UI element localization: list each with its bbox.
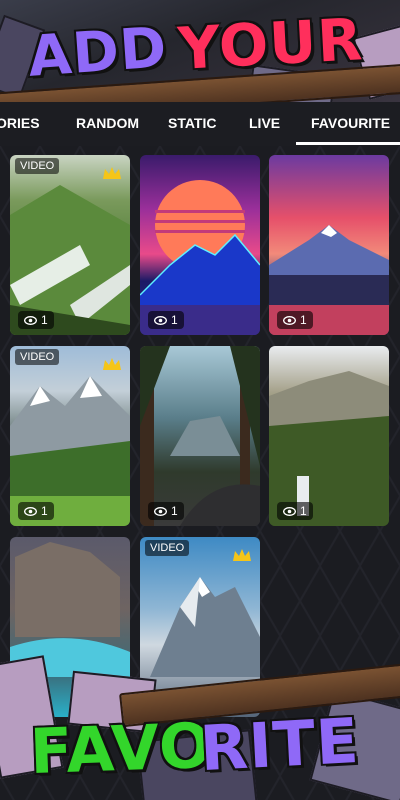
top-banner: ADD YOUR xyxy=(0,0,400,112)
tab-live[interactable]: LIVE xyxy=(249,115,280,131)
banner-word-add: ADD xyxy=(25,15,170,90)
wallpaper-card[interactable]: VIDEO 1 xyxy=(10,346,130,526)
wallpaper-card[interactable]: VIDEO 1 xyxy=(10,155,130,335)
wallpaper-card[interactable]: 1 xyxy=(140,155,260,335)
tab-favourite[interactable]: FAVOURITE xyxy=(311,115,390,131)
wallpaper-thumbnail xyxy=(140,346,260,526)
tab-random[interactable]: RANDOM xyxy=(76,115,139,131)
banner-word-rite: RITE xyxy=(198,703,362,786)
banner-word-your: YOUR xyxy=(176,5,365,83)
category-tab-bar: ORIES RANDOM STATIC LIVE FAVOURITE xyxy=(0,102,400,146)
view-count-value: 1 xyxy=(41,313,48,327)
view-count: 1 xyxy=(277,311,313,329)
wallpaper-thumbnail xyxy=(10,185,130,335)
wallpaper-card[interactable]: 1 xyxy=(269,346,389,526)
wallpaper-thumbnail xyxy=(140,180,260,335)
wallpaper-card[interactable]: 1 xyxy=(140,346,260,526)
crown-icon xyxy=(103,358,121,370)
video-badge: VIDEO xyxy=(145,540,190,556)
tab-static[interactable]: STATIC xyxy=(168,115,216,131)
video-badge: VIDEO xyxy=(15,158,60,174)
view-count-value: 1 xyxy=(41,504,48,518)
wallpaper-card[interactable]: 1 xyxy=(269,155,389,335)
wallpaper-thumbnail xyxy=(269,225,389,335)
video-badge: VIDEO xyxy=(15,349,60,365)
view-count: 1 xyxy=(277,502,313,520)
eye-icon xyxy=(283,506,296,516)
view-count: 1 xyxy=(148,502,184,520)
view-count-value: 1 xyxy=(171,504,178,518)
eye-icon xyxy=(283,315,296,325)
tab-selected-indicator xyxy=(296,142,400,145)
tab-categories[interactable]: ORIES xyxy=(0,115,40,131)
view-count-value: 1 xyxy=(171,313,178,327)
view-count: 1 xyxy=(18,502,54,520)
eye-icon xyxy=(154,315,167,325)
crown-icon xyxy=(103,167,121,179)
crown-icon xyxy=(233,549,251,561)
banner-word-favo: FAVO xyxy=(28,708,214,789)
wallpaper-thumbnail xyxy=(269,371,389,526)
eye-icon xyxy=(24,315,37,325)
eye-icon xyxy=(24,506,37,516)
view-count: 1 xyxy=(18,311,54,329)
view-count-value: 1 xyxy=(300,313,307,327)
eye-icon xyxy=(154,506,167,516)
view-count-value: 1 xyxy=(300,504,307,518)
view-count: 1 xyxy=(148,311,184,329)
wallpaper-thumbnail xyxy=(10,376,130,526)
